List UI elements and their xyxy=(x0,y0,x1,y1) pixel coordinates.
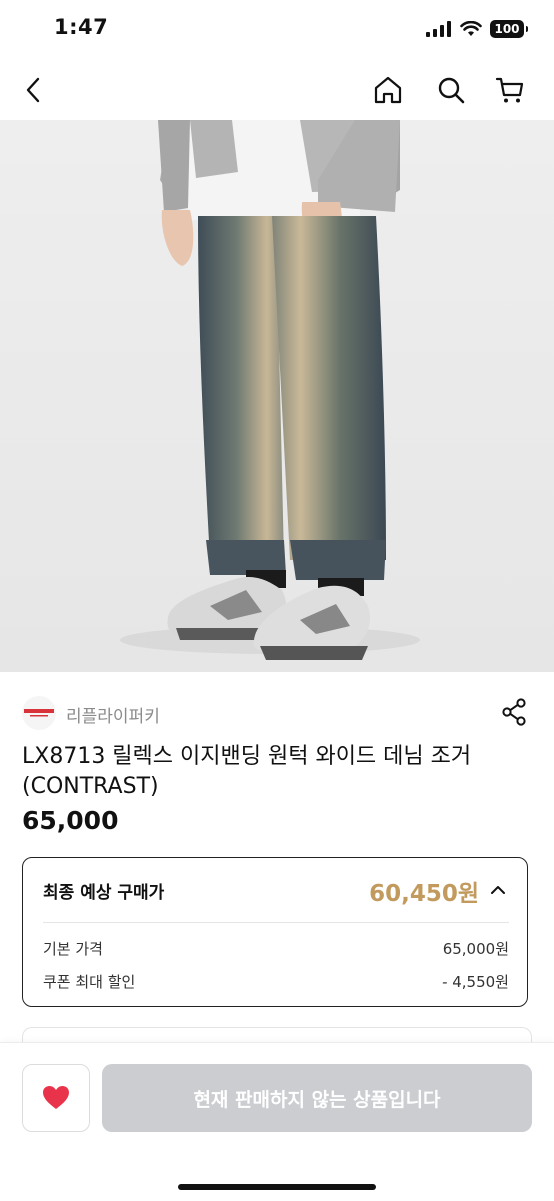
wifi-icon xyxy=(460,21,482,36)
coupon-discount-label: 쿠폰 최대 할인 xyxy=(43,973,136,991)
bottom-action-bar: 현재 판매하지 않는 상품입니다 xyxy=(0,1042,554,1201)
back-chevron-icon xyxy=(26,77,40,103)
battery-level: 100 xyxy=(494,22,520,36)
battery-icon: 100 xyxy=(490,20,528,38)
like-button[interactable] xyxy=(22,1064,90,1132)
cart-icon xyxy=(495,77,524,103)
coupon-discount-value: - 4,550원 xyxy=(442,973,509,991)
base-price-value: 65,000원 xyxy=(442,940,509,958)
search-icon xyxy=(438,77,465,104)
final-price-panel: 최종 예상 구매가 60,450원 기본 가격 65,000원 쿠폰 최대 할인… xyxy=(22,857,528,1007)
final-price-header[interactable]: 최종 예상 구매가 60,450원 xyxy=(43,858,509,923)
status-icons: 100 xyxy=(426,20,528,38)
base-price-label: 기본 가격 xyxy=(43,940,103,958)
chevron-up-icon xyxy=(491,886,505,894)
search-button[interactable] xyxy=(429,68,473,112)
product-title: LX8713 릴렉스 이지밴딩 원턱 와이드 데님 조거 (CONTRAST) xyxy=(22,744,472,799)
product-photo-illustration xyxy=(0,120,554,672)
product-price: 65,000 xyxy=(22,806,119,835)
brand-name[interactable]: 리플라이퍼키 xyxy=(66,702,160,727)
brand-logo[interactable] xyxy=(22,696,56,730)
top-nav-bar xyxy=(0,60,554,120)
brand-row: 리플라이퍼키 xyxy=(22,690,532,734)
home-indicator xyxy=(178,1184,376,1190)
home-icon xyxy=(374,76,402,104)
home-button[interactable] xyxy=(366,68,410,112)
status-bar: 1:47 100 xyxy=(0,0,554,60)
back-button[interactable] xyxy=(12,68,56,112)
product-photo[interactable] xyxy=(0,120,554,672)
share-button[interactable] xyxy=(496,694,532,730)
coupon-discount-row: 쿠폰 최대 할인 - 4,550원 xyxy=(43,971,509,995)
signal-icon xyxy=(426,21,451,37)
base-price-row: 기본 가격 65,000원 xyxy=(43,938,509,962)
cart-button[interactable] xyxy=(488,68,532,112)
heart-icon xyxy=(43,1086,69,1109)
final-price-label: 최종 예상 구매가 xyxy=(43,883,165,903)
status-time: 1:47 xyxy=(54,15,109,39)
final-price-value: 60,450원 xyxy=(369,881,479,907)
unavailable-purchase-button[interactable]: 현재 판매하지 않는 상품입니다 xyxy=(102,1064,532,1132)
brand-logo-mark xyxy=(24,709,54,717)
share-icon xyxy=(502,698,526,726)
collapse-toggle[interactable] xyxy=(487,878,509,902)
